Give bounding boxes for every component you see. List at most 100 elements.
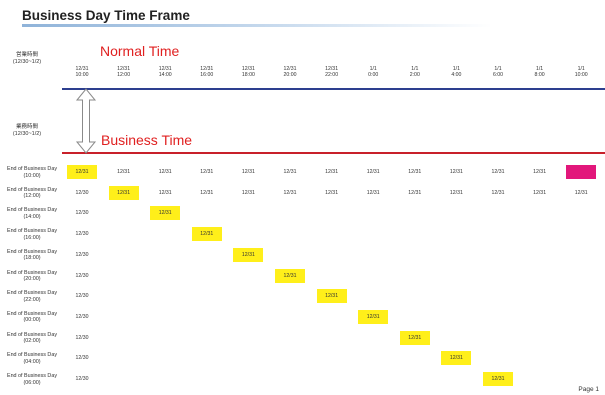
column-header-time: 8:00 [534, 72, 545, 78]
grid-cell: 12/31 [117, 169, 131, 175]
row-label-text: End of Business Day [6, 207, 58, 214]
row-label: End of Business Day (14:00) [0, 207, 64, 220]
highlight-cell: 12/31 [67, 165, 97, 179]
grid-cell: 12/31 [158, 169, 172, 175]
grid-cell: 12/31 [491, 169, 505, 175]
grid-cell: 12/30 [75, 293, 89, 300]
highlight-cell: 12/31 [108, 185, 139, 200]
normal-side-line2: (12/30~1/2) [12, 58, 42, 65]
column-header-time: 14:00 [158, 72, 172, 78]
row-label: End of Business Day (22:00) [0, 290, 64, 303]
grid-cell: 12/31 [283, 189, 297, 196]
column-header: 12/31 12:00 [106, 66, 142, 78]
row-label-text: End of Business Day [6, 290, 58, 297]
row-label-time: (02:00) [23, 338, 41, 345]
column-header-time: 4:00 [451, 72, 462, 78]
page-number: Page 1 [578, 386, 599, 393]
row-label: End of Business Day (16:00) [0, 228, 64, 241]
grid-cell: 12/30 [75, 313, 89, 320]
row-label-time: (06:00) [23, 379, 41, 386]
grid-cell: 12/31 [533, 189, 547, 196]
highlight-cell: 12/31 [358, 309, 389, 324]
highlight-cell: 12/31 [441, 351, 472, 366]
column-header-time: 10:00 [75, 72, 89, 78]
column-header: 1/1 6:00 [480, 66, 516, 78]
column-header: 12/31 14:00 [147, 66, 183, 78]
row-label: End of Business Day (00:00) [0, 311, 64, 324]
grid-cell: 12/31 [533, 169, 547, 175]
column-header: 1/1 0:00 [355, 66, 391, 78]
column-header-time: 2:00 [409, 72, 420, 78]
column-header: 12/31 16:00 [189, 66, 225, 78]
row-label-time: (00:00) [23, 317, 41, 324]
highlight-cell: 12/31 [399, 330, 430, 345]
row-label-time: (18:00) [23, 255, 41, 262]
row-label-time: (04:00) [23, 358, 41, 365]
grid-cell: 12/30 [75, 376, 89, 382]
row-label-time: (22:00) [23, 296, 41, 303]
highlight-cell: 12/31 [150, 206, 181, 221]
column-header: 12/31 20:00 [272, 66, 308, 78]
grid-cell: 12/31 [241, 189, 255, 196]
row-label-text: End of Business Day [6, 166, 58, 172]
highlight-cell: 12/31 [483, 372, 513, 386]
grid-cell: 12/30 [75, 251, 89, 258]
column-header-time: 16:00 [200, 72, 214, 78]
column-header: 1/1 10:00 [563, 66, 599, 78]
row-label-text: End of Business Day [6, 373, 58, 379]
grid-cell: 12/31 [158, 189, 172, 196]
column-header: 1/1 8:00 [522, 66, 558, 78]
grid-cell: 12/31 [366, 169, 380, 175]
grid-cell: 12/31 [449, 189, 463, 196]
column-header: 1/1 2:00 [397, 66, 433, 78]
grid-cell: 12/31 [408, 189, 422, 196]
row-label: End of Business Day (12:00) [0, 187, 64, 200]
row-label: End of Business Day (04:00) [0, 352, 64, 365]
business-time-label: Business Time [101, 132, 193, 148]
double-arrow-icon [75, 88, 97, 154]
column-header: 12/31 10:00 [64, 66, 100, 78]
grid-cell: 12/31 [283, 169, 297, 175]
row-label-time: (14:00) [23, 213, 41, 220]
highlight-cell: 12/31 [316, 289, 347, 304]
row-label: End of Business Day (10:00) [0, 166, 64, 179]
highlight-cell: 12/31 [191, 227, 222, 242]
row-label-text: End of Business Day [6, 228, 58, 235]
column-header-time: 12:00 [117, 72, 131, 78]
row-label: End of Business Day (06:00) [0, 373, 64, 386]
column-header-time: 18:00 [241, 72, 255, 78]
grid-cell: 12/31 [366, 189, 380, 196]
grid-cell: 12/31 [408, 169, 422, 175]
column-header-time: 6:00 [492, 72, 504, 78]
grid-cell: 12/31 [449, 169, 463, 175]
column-header: 12/31 18:00 [230, 66, 266, 78]
column-header-time: 22:00 [325, 72, 339, 78]
normal-time-line [62, 88, 605, 90]
normal-time-label: Normal Time [100, 43, 180, 59]
grid-cell: 12/30 [75, 189, 89, 196]
row-label-time: (16:00) [23, 234, 41, 241]
normal-time-side-header: 営業時間 (12/30~1/2) [5, 52, 49, 65]
page-title: Business Day Time Frame [22, 8, 190, 23]
title-underline [22, 24, 492, 27]
grid-cell: 12/31 [200, 189, 214, 196]
grid-cell: 12/30 [75, 210, 89, 217]
grid-cell: 12/31 [241, 169, 255, 175]
column-header-time: 20:00 [283, 72, 297, 78]
business-time-side-header: 業務時間 (12/30~1/2) [5, 124, 49, 137]
grid-cell: 12/30 [75, 355, 89, 362]
business-time-line [62, 152, 605, 154]
grid-cell: 12/30 [75, 334, 89, 341]
highlight-cell: 12/31 [233, 247, 264, 262]
row-label-time: (20:00) [23, 276, 41, 282]
grid-cell: 12/31 [574, 189, 588, 196]
row-label: End of Business Day (20:00) [0, 270, 64, 283]
column-header: 1/1 4:00 [438, 66, 474, 78]
row-label-time: (12:00) [23, 193, 41, 200]
grid-cell: 12/31 [491, 189, 505, 196]
grid-cell: 12/31 [325, 169, 339, 175]
row-label-text: End of Business Day [6, 352, 58, 359]
row-label-time: (10:00) [23, 172, 41, 179]
grid-cell: 12/30 [75, 272, 89, 279]
highlight-cell: 12/31 [275, 268, 305, 283]
